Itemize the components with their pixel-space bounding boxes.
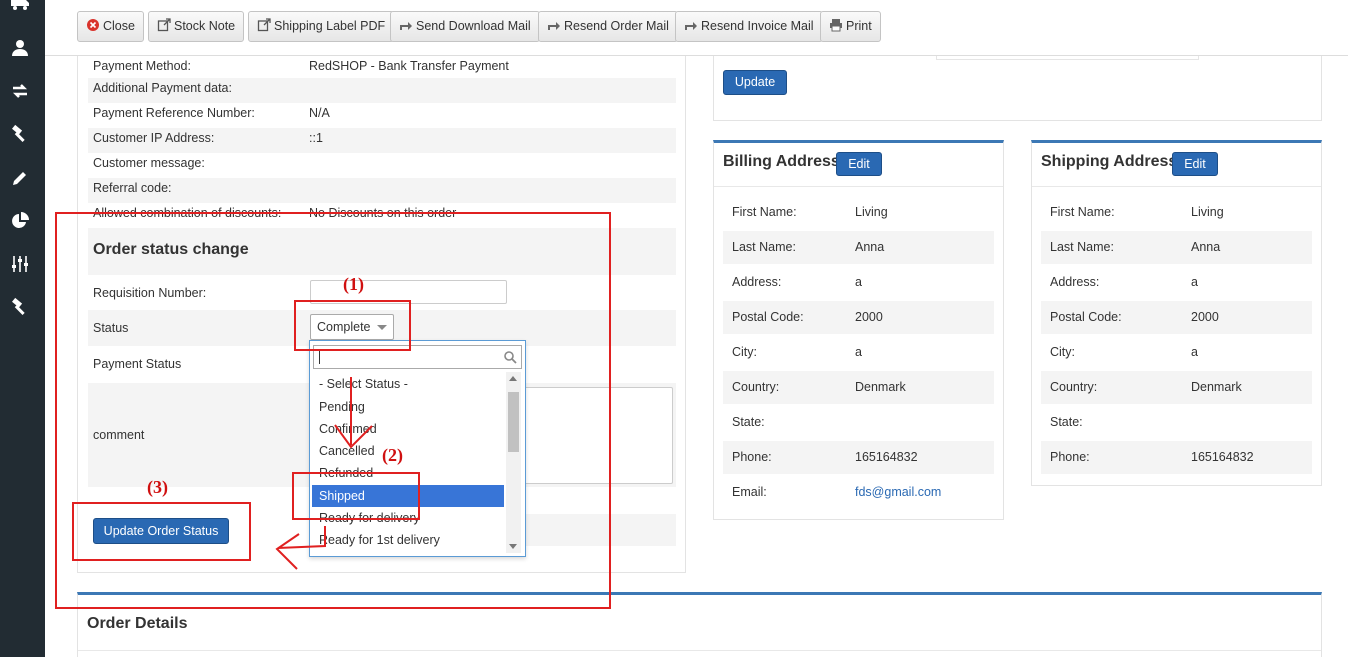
billing-edit-button[interactable]: Edit (836, 152, 882, 176)
info-row-customer-ip: Customer IP Address: ::1 (88, 128, 676, 153)
shipping-row: Country: Denmark (1041, 371, 1312, 404)
annotation-label-step2: (2) (382, 445, 403, 465)
billing-row: Last Name: Anna (723, 231, 994, 264)
close-circle-icon (86, 14, 100, 31)
billing-address-header: Billing Address Edit (714, 143, 1003, 187)
billing-row: Email: fds@gmail.com (723, 476, 994, 509)
email-link[interactable]: fds@gmail.com (855, 476, 941, 509)
input-field-edge (936, 56, 1199, 60)
shipping-row: State: (1050, 415, 1083, 429)
hammer-icon[interactable] (10, 297, 30, 317)
billing-address-title: Billing Address (723, 153, 840, 170)
order-details-title: Order Details (87, 615, 188, 632)
share-icon (684, 14, 698, 30)
info-row-referral-code: Referral code: (88, 178, 676, 203)
share-icon (547, 14, 561, 30)
billing-row: First Name: Living (732, 205, 888, 219)
billing-row: Address: a (732, 275, 862, 289)
print-button[interactable]: Print (820, 11, 881, 42)
shipping-label-pdf-button[interactable]: Shipping Label PDF (248, 11, 395, 42)
shipping-address-title: Shipping Address (1041, 153, 1178, 170)
billing-row: Postal Code: 2000 (723, 301, 994, 334)
shipping-row: First Name: Living (1050, 205, 1224, 219)
annotation-label-step3: (3) (147, 477, 168, 497)
info-row-additional-payment: Additional Payment data: (88, 78, 676, 103)
billing-row: Country: Denmark (723, 371, 994, 404)
print-icon (829, 14, 843, 32)
billing-row: City: a (732, 345, 862, 359)
shipping-row: Last Name: Anna (1041, 231, 1312, 264)
resend-order-mail-button[interactable]: Resend Order Mail (538, 11, 678, 42)
sliders-icon[interactable] (10, 254, 30, 274)
admin-sidebar (0, 0, 45, 657)
external-link-icon (157, 14, 171, 32)
order-toolbar: Close Stock Note Shipping Label PDF Send… (45, 0, 1348, 56)
close-button[interactable]: Close (77, 11, 144, 42)
shipping-address-header: Shipping Address Edit (1032, 143, 1321, 187)
user-icon[interactable] (10, 38, 30, 58)
resend-invoice-mail-button[interactable]: Resend Invoice Mail (675, 11, 823, 42)
billing-row: Phone: 165164832 (723, 441, 994, 474)
send-download-mail-button[interactable]: Send Download Mail (390, 11, 540, 42)
shipping-row: Postal Code: 2000 (1041, 301, 1312, 334)
stock-note-button[interactable]: Stock Note (148, 11, 245, 42)
info-row-customer-message: Customer message: (93, 156, 205, 170)
external-link-icon (257, 14, 271, 32)
exchange-icon[interactable] (10, 81, 30, 101)
share-icon (399, 14, 413, 30)
shipping-row: Address: a (1050, 275, 1198, 289)
billing-address-panel: Billing Address Edit First Name: Living L… (713, 140, 1004, 520)
truck-icon[interactable] (10, 0, 30, 14)
top-right-panel: Update (713, 56, 1322, 121)
annotation-label-step1: (1) (343, 274, 364, 294)
shipping-row: City: a (1050, 345, 1198, 359)
pencil-icon[interactable] (10, 168, 30, 188)
annotation-box-step3 (72, 502, 251, 561)
annotation-box-step1 (294, 300, 411, 351)
annotation-box-step2 (292, 472, 420, 520)
info-row-payment-reference: Payment Reference Number: N/A (93, 106, 330, 120)
billing-row: State: (732, 415, 765, 429)
divider (78, 650, 1321, 651)
shipping-edit-button[interactable]: Edit (1172, 152, 1218, 176)
shipping-row: Phone: 165164832 (1041, 441, 1312, 474)
update-button[interactable]: Update (723, 70, 787, 95)
hammer-icon[interactable] (10, 124, 30, 144)
pie-chart-icon[interactable] (10, 211, 30, 231)
shipping-address-panel: Shipping Address Edit First Name: Living … (1031, 140, 1322, 486)
